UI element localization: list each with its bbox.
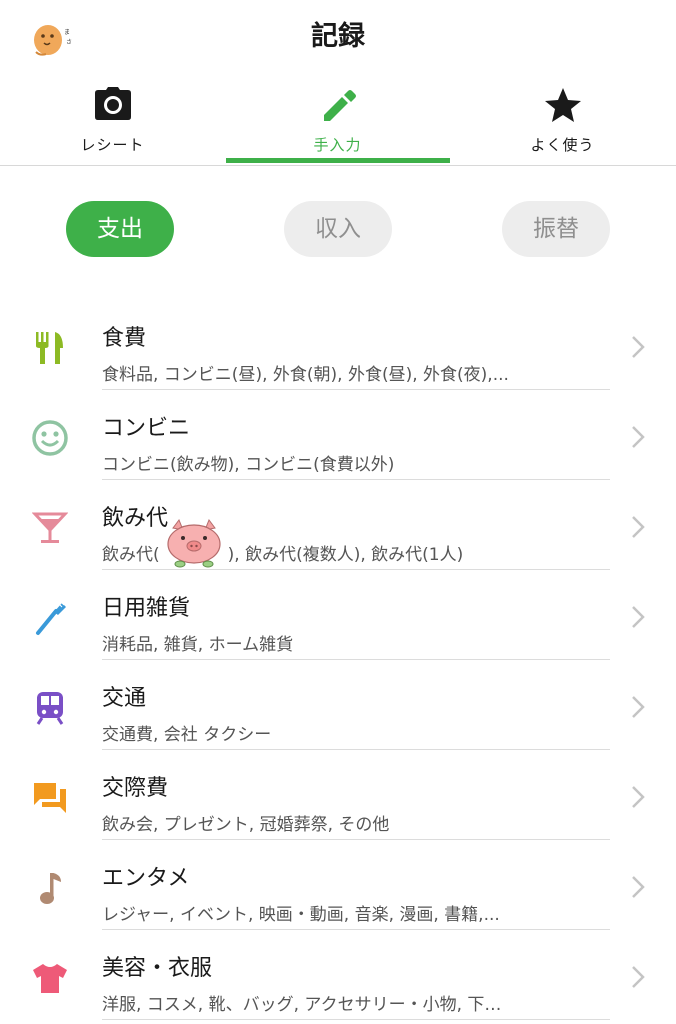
category-row-daily-goods[interactable]: 日用雑貨 消耗品, 雑貨, ホーム雑貨: [0, 570, 676, 660]
category-row-beauty-clothing[interactable]: 美容・衣服 洋服, コスメ, 靴、バッグ, アクセサリー・小物, 下…: [0, 930, 676, 1020]
category-subcategories: 交通費, 会社 タクシー: [102, 725, 272, 745]
category-row-entertainment[interactable]: エンタメ レジャー, イベント, 映画・動画, 音楽, 漫画, 書籍,...: [0, 840, 676, 930]
pig-sticker-icon: [165, 518, 223, 570]
camera-icon: [94, 87, 131, 120]
cocktail-glass-icon: [30, 508, 70, 548]
category-row-transport[interactable]: 交通 交通費, 会社 タクシー: [0, 660, 676, 750]
category-name: 交際費: [102, 776, 169, 801]
chevron-right-icon: [632, 606, 645, 628]
category-subcategories: 食料品, コンビニ(昼), 外食(朝), 外食(昼), 外食(夜),...: [102, 365, 509, 385]
star-icon: [544, 88, 581, 122]
divider: [102, 1019, 610, 1020]
category-row-convenience-store[interactable]: コンビニ コンビニ(飲み物), コンビニ(食費以外): [0, 390, 676, 480]
category-row-social-expenses[interactable]: 交際費 飲み会, プレゼント, 冠婚葬祭, その他: [0, 750, 676, 840]
cutlery-icon: [30, 328, 70, 368]
category-name: エンタメ: [102, 866, 190, 891]
chevron-right-icon: [632, 876, 645, 898]
header: ま さ 記録: [0, 0, 676, 70]
input-mode-tabs: レシート 手入力 よく使う: [0, 76, 676, 166]
tab-manual-input-label: 手入力: [313, 136, 362, 154]
category-row-food[interactable]: 食費 食料品, コンビニ(昼), 外食(朝), 外食(昼), 外食(夜),...: [0, 300, 676, 390]
tab-frequent[interactable]: よく使う: [450, 76, 675, 166]
chevron-right-icon: [632, 696, 645, 718]
category-subcategories: コンビニ(飲み物), コンビニ(食費以外): [102, 455, 395, 475]
category-name: コンビニ: [102, 416, 191, 441]
chevron-right-icon: [632, 786, 645, 808]
category-name: 食費: [102, 326, 147, 351]
chevron-right-icon: [632, 336, 645, 358]
smiley-icon: [30, 418, 70, 458]
tab-frequent-label: よく使う: [530, 136, 595, 154]
active-tab-indicator: [226, 158, 450, 163]
tab-manual-input[interactable]: 手入力: [225, 76, 450, 166]
category-name: 日用雑貨: [102, 596, 191, 621]
category-subcategories: レジャー, イベント, 映画・動画, 音楽, 漫画, 書籍,...: [102, 905, 500, 925]
category-row-drinks[interactable]: 飲み代 飲み代( ), 飲み代(複数人), 飲み代(1人): [0, 480, 676, 570]
chevron-right-icon: [632, 966, 645, 988]
chevron-right-icon: [632, 426, 645, 448]
category-name: 美容・衣服: [102, 956, 213, 981]
pencil-icon: [323, 90, 356, 121]
category-subcategories: 飲み会, プレゼント, 冠婚葬祭, その他: [102, 815, 390, 835]
category-name: 交通: [102, 686, 147, 711]
page-title: 記録: [311, 21, 365, 52]
transfer-button[interactable]: 振替: [502, 201, 610, 257]
expense-button[interactable]: 支出: [66, 201, 174, 257]
category-name: 飲み代: [102, 506, 169, 531]
chevron-right-icon: [632, 516, 645, 538]
tshirt-icon: [30, 958, 70, 998]
tab-receipt-label: レシート: [80, 136, 145, 154]
tab-receipt[interactable]: レシート: [0, 76, 225, 166]
toothbrush-icon: [30, 598, 70, 638]
chat-bubbles-icon: [30, 778, 70, 818]
train-icon: [30, 688, 70, 728]
category-subcategories: 消耗品, 雑貨, ホーム雑貨: [102, 635, 294, 655]
income-button[interactable]: 収入: [284, 201, 392, 257]
category-subcategories: 洋服, コスメ, 靴、バッグ, アクセサリー・小物, 下…: [102, 995, 502, 1015]
music-note-icon: [30, 868, 70, 908]
